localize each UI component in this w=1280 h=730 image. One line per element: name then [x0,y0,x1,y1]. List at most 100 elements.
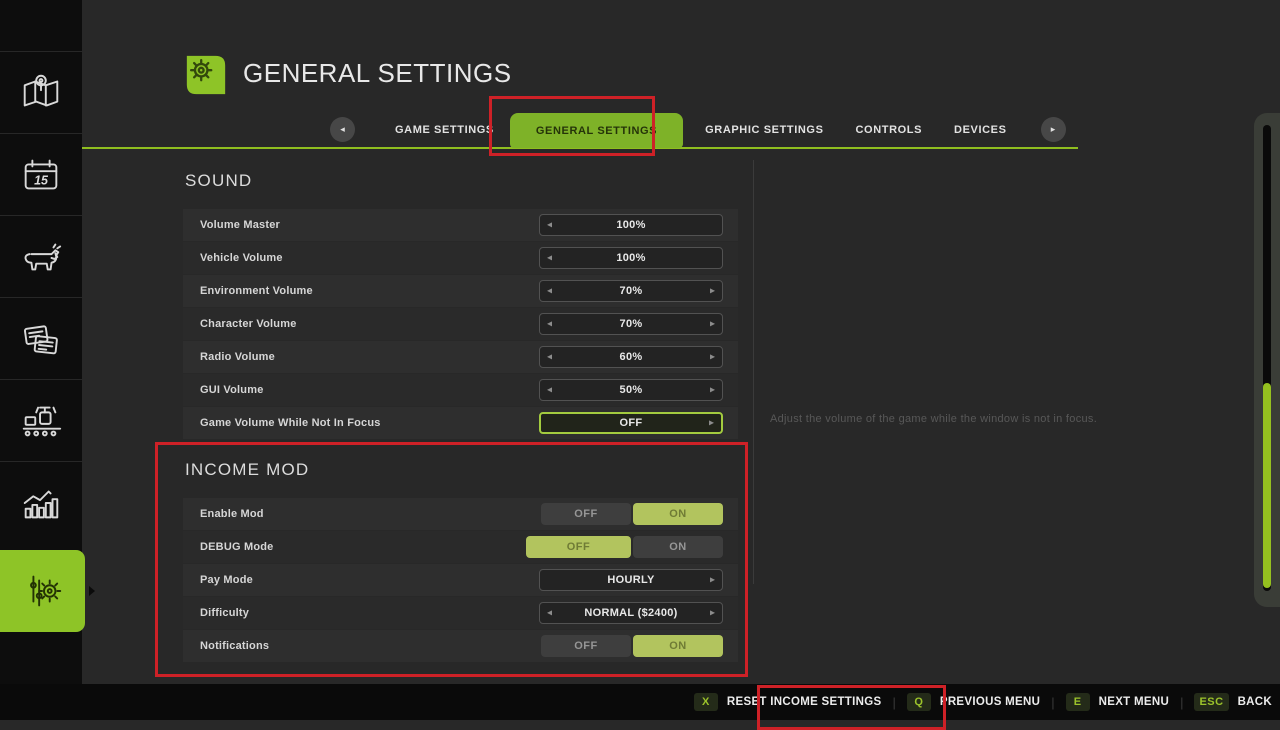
tabs-prev-arrow-icon[interactable]: ◂ [330,117,355,142]
setting-row-radio-volume: Radio Volume ◂ 60% ▸ [183,341,738,373]
footer-button-previous-menu[interactable]: QPREVIOUS MENU [907,693,1040,711]
sidebar-item-map[interactable] [0,51,82,133]
sidebar-item-production[interactable] [0,379,82,461]
sidebar-item-settings[interactable] [0,550,85,632]
setting-row-game-volume-while-not-in-focus: Game Volume While Not In Focus◂OFF▸ [183,407,738,439]
setting-row-difficulty: Difficulty ◂NORMAL ($2400)▸ [183,597,738,629]
footer-separator: | [1180,695,1183,710]
scrollbar[interactable] [1254,113,1280,607]
option-selector-character-volume[interactable]: ◂70%▸ [539,313,723,335]
setting-label: Pay Mode [183,574,253,586]
sidebar-item-animals[interactable] [0,215,82,297]
option-selector-difficulty[interactable]: ◂NORMAL ($2400)▸ [539,602,723,624]
toggle-enable-mod: OFFON [541,503,723,525]
scrollbar-track[interactable] [1263,125,1271,591]
selector-value: HOURLY [607,574,654,586]
sidebar-item-calendar[interactable]: 15 [0,133,82,215]
setting-label: GUI Volume [183,384,264,396]
footer-bar: XRESET INCOME SETTINGS | QPREVIOUS MENU | EN… [0,684,1280,720]
tab-general-settings[interactable]: GENERAL SETTINGS [510,113,683,148]
calendar-label: 15 [34,173,49,187]
tabs-bar: ◂ GAME SETTINGS GENERAL SETTINGS GRAPHIC S… [82,112,1078,149]
increase-arrow-icon[interactable]: ▸ [710,351,715,362]
option-selector-gui-volume[interactable]: ◂ 50% ▸ [539,379,723,401]
option-selector-environment-volume[interactable]: ◂ 70% ▸ [539,280,723,302]
page-title: GENERAL SETTINGS [243,58,512,89]
footer-label: PREVIOUS MENU [940,696,1040,708]
toggle-off-button[interactable]: OFF [541,503,631,525]
toggle-notifications: OFFON [541,635,723,657]
setting-label: Enable Mod [183,508,264,520]
increase-arrow-icon[interactable]: ▸ [710,318,715,329]
option-selector-vehicle-volume[interactable]: ◂100%▸ [539,247,723,269]
selected-pointer-icon [89,586,95,596]
section-title-income-mod: INCOME MOD [185,459,738,481]
toggle-off-button[interactable]: OFF [541,635,631,657]
footer-items: XRESET INCOME SETTINGS | QPREVIOUS MENU | EN… [694,693,1272,711]
selector-value: 50% [620,384,643,396]
selector-value: 70% [620,285,643,297]
increase-arrow-icon[interactable]: ▸ [710,607,715,618]
setting-row-character-volume: Character Volume ◂70%▸ [183,308,738,340]
setting-label: Radio Volume [183,351,275,363]
footer-button-reset-income-settings[interactable]: XRESET INCOME SETTINGS [694,693,882,711]
toggle-on-button[interactable]: ON [633,503,723,525]
production-icon [18,398,64,444]
toggle-on-button[interactable]: ON [633,536,723,558]
tab-devices[interactable]: DEVICES [954,124,1007,136]
sidebar-item-statistics[interactable] [0,461,82,543]
setting-label: Environment Volume [183,285,313,297]
decrease-arrow-icon[interactable]: ◂ [547,351,552,362]
panel-divider [753,160,754,584]
decrease-arrow-icon[interactable]: ◂ [547,252,552,263]
selector-value: 60% [620,351,643,363]
setting-label: Character Volume [183,318,297,330]
settings-list: SOUND Volume Master ◂100%▸ Vehicle Volume ◂1… [183,162,738,663]
increase-arrow-icon[interactable]: ▸ [709,417,714,428]
sidebar-spacer [0,0,82,51]
option-selector-radio-volume[interactable]: ◂ 60% ▸ [539,346,723,368]
selector-value: OFF [620,417,643,429]
option-selector-volume-master[interactable]: ◂100%▸ [539,214,723,236]
tab-game-settings[interactable]: GAME SETTINGS [395,124,494,136]
setting-label: Difficulty [183,607,249,619]
decrease-arrow-icon[interactable]: ◂ [547,285,552,296]
decrease-arrow-icon[interactable]: ◂ [547,318,552,329]
setting-row-vehicle-volume: Vehicle Volume ◂100%▸ [183,242,738,274]
setting-row-enable-mod: Enable Mod OFFON [183,498,738,530]
setting-row-environment-volume: Environment Volume ◂ 70% ▸ [183,275,738,307]
decrease-arrow-icon[interactable]: ◂ [547,384,552,395]
increase-arrow-icon[interactable]: ▸ [710,285,715,296]
decrease-arrow-icon[interactable]: ◂ [547,219,552,230]
calendar-icon: 15 [18,152,64,198]
footer-label: BACK [1238,696,1272,708]
setting-label: Volume Master [183,219,280,231]
footer-button-next-menu[interactable]: ENEXT MENU [1066,693,1169,711]
key-badge-x: X [694,693,718,711]
toggle-off-button[interactable]: OFF [526,536,631,558]
tabs-list: GAME SETTINGS GENERAL SETTINGS GRAPHIC SET… [355,112,1007,147]
tab-graphic-settings[interactable]: GRAPHIC SETTINGS [705,124,823,136]
setting-label: Notifications [183,640,269,652]
decrease-arrow-icon[interactable]: ◂ [547,607,552,618]
sidebar-item-contracts[interactable] [0,297,82,379]
option-selector-game-volume-while-not-in-focus[interactable]: ◂OFF▸ [539,412,723,434]
increase-arrow-icon[interactable]: ▸ [710,574,715,585]
setting-label: Vehicle Volume [183,252,283,264]
setting-row-pay-mode: Pay Mode◂HOURLY▸ [183,564,738,596]
setting-row-volume-master: Volume Master ◂100%▸ [183,209,738,241]
tab-controls[interactable]: CONTROLS [856,124,923,136]
setting-label: Game Volume While Not In Focus [183,417,381,429]
footer-separator: | [1051,695,1054,710]
option-selector-pay-mode[interactable]: ◂HOURLY▸ [539,569,723,591]
map-icon [18,70,64,116]
footer-button-back[interactable]: ESCBACK [1194,693,1272,711]
scrollbar-thumb[interactable] [1263,383,1271,588]
increase-arrow-icon[interactable]: ▸ [710,384,715,395]
tabs-next-arrow-icon[interactable]: ▸ [1041,117,1066,142]
animals-icon [18,234,64,280]
section-title-sound: SOUND [185,170,738,192]
toggle-on-button[interactable]: ON [633,635,723,657]
footer-label: NEXT MENU [1099,696,1169,708]
sidebar: 15 [0,0,82,720]
